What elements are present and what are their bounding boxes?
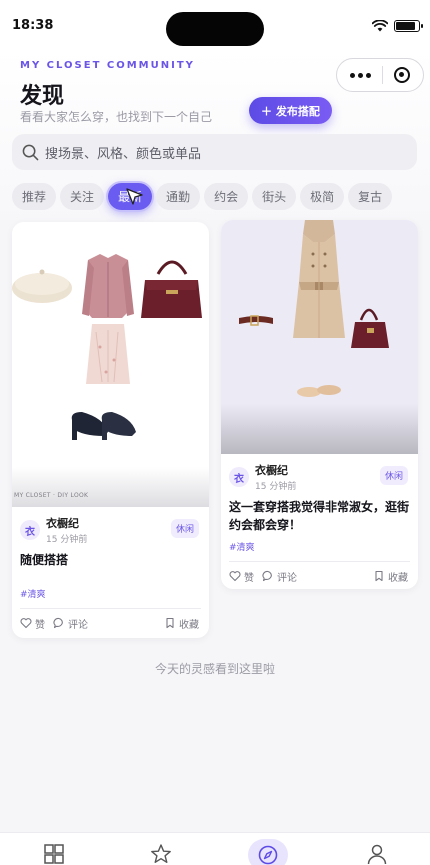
style-tag: 休闲 bbox=[379, 466, 408, 485]
heart-icon bbox=[229, 571, 241, 582]
save-label: 收藏 bbox=[388, 572, 408, 584]
comment-button[interactable]: 评论 bbox=[53, 616, 88, 631]
outfit-collage bbox=[12, 254, 202, 440]
page-subtitle: 看看大家怎么穿，也找到下一个自己 bbox=[20, 110, 213, 124]
app-screen: 18:38 MY CLOSET COMMUNITY 发现 看看大家怎么穿，也找到… bbox=[0, 0, 430, 865]
post-title[interactable]: 这一套穿搭我觉得非常淑女，逛街约会都会穿！ bbox=[229, 498, 410, 534]
comment-button[interactable]: 评论 bbox=[262, 569, 297, 584]
post-time: 15 分钟前 bbox=[46, 535, 88, 545]
feed-end-text: 今天的灵感看到这里啦 bbox=[154, 662, 275, 676]
post-hashtag[interactable]: #清爽 bbox=[229, 540, 410, 553]
discover-tab[interactable] bbox=[248, 839, 288, 865]
search-icon bbox=[22, 144, 39, 160]
tab-vintage[interactable]: 复古 bbox=[348, 183, 393, 210]
bookmark-icon bbox=[166, 617, 174, 629]
star-icon[interactable] bbox=[150, 843, 172, 865]
post-hashtag[interactable]: #清爽 bbox=[20, 587, 201, 600]
tab-recommend[interactable]: 推荐 bbox=[12, 183, 57, 210]
avatar[interactable]: 衣 bbox=[229, 467, 249, 487]
style-tag: 休闲 bbox=[170, 519, 199, 538]
dynamic-island bbox=[166, 12, 264, 46]
system-icons bbox=[372, 20, 423, 32]
profile-icon[interactable] bbox=[366, 843, 388, 865]
save-button[interactable]: 收藏 bbox=[164, 616, 199, 631]
tab-street[interactable]: 街头 bbox=[252, 183, 297, 210]
like-button[interactable]: 赞 bbox=[229, 569, 254, 584]
compass-icon bbox=[258, 845, 278, 865]
battery-icon bbox=[394, 20, 423, 32]
publish-outfit-button[interactable]: ＋ 发布搭配 bbox=[249, 97, 332, 124]
image-fade bbox=[221, 404, 418, 454]
bookmark-icon bbox=[375, 570, 383, 582]
post-time: 15 分钟前 bbox=[255, 482, 297, 492]
post-card[interactable]: MY CLOSET · DIY LOOK 衣 衣橱纪 15 分钟前 休闲 随便搭… bbox=[12, 222, 209, 638]
like-label: 赞 bbox=[244, 572, 254, 584]
mini-program-capsule bbox=[336, 58, 424, 92]
post-card[interactable]: 衣 衣橱纪 15 分钟前 休闲 这一套穿搭我觉得非常淑女，逛街约会都会穿！ #清… bbox=[221, 220, 418, 589]
save-button[interactable]: 收藏 bbox=[373, 569, 408, 584]
more-menu-icon[interactable] bbox=[350, 72, 372, 78]
page-header: MY CLOSET COMMUNITY 发现 看看大家怎么穿，也找到下一个自己 … bbox=[0, 50, 430, 220]
author-meta: 衣橱纪 15 分钟前 bbox=[46, 515, 87, 545]
image-watermark: MY CLOSET · DIY LOOK bbox=[14, 492, 89, 499]
comment-icon bbox=[262, 570, 272, 582]
community-eyebrow: MY CLOSET COMMUNITY bbox=[20, 60, 195, 71]
close-miniprogram-icon[interactable] bbox=[393, 67, 410, 83]
heart-icon bbox=[20, 618, 32, 629]
post-title[interactable]: 随便搭搭 bbox=[20, 551, 201, 569]
wifi-icon bbox=[372, 20, 388, 32]
category-tabs: 推荐 关注 最新 通勤 约会 街头 极简 复古 bbox=[12, 183, 393, 210]
author-name[interactable]: 衣橱纪 bbox=[255, 462, 296, 478]
author-name[interactable]: 衣橱纪 bbox=[46, 515, 87, 531]
like-label: 赞 bbox=[35, 619, 45, 631]
status-time: 18:38 bbox=[12, 18, 54, 33]
post-actions: 赞 评论 收藏 bbox=[229, 562, 410, 589]
bottom-navigation bbox=[0, 832, 430, 865]
comment-icon bbox=[53, 617, 63, 629]
outfit-image[interactable]: MY CLOSET · DIY LOOK bbox=[12, 222, 209, 507]
post-actions: 赞 评论 收藏 bbox=[20, 609, 201, 637]
tab-date[interactable]: 约会 bbox=[204, 183, 249, 210]
tab-following[interactable]: 关注 bbox=[60, 183, 105, 210]
search-placeholder: 搜场景、风格、颜色或单品 bbox=[45, 146, 202, 162]
avatar[interactable]: 衣 bbox=[20, 520, 40, 540]
like-button[interactable]: 赞 bbox=[20, 616, 45, 631]
comment-label: 评论 bbox=[277, 572, 297, 584]
author-meta: 衣橱纪 15 分钟前 bbox=[255, 462, 296, 492]
save-label: 收藏 bbox=[179, 619, 199, 631]
wardrobe-grid-icon[interactable] bbox=[43, 843, 65, 865]
status-bar: 18:38 bbox=[0, 0, 430, 50]
outfit-image[interactable] bbox=[221, 220, 418, 454]
comment-label: 评论 bbox=[68, 619, 88, 631]
mouse-cursor-icon bbox=[126, 188, 143, 205]
post-body: 衣 衣橱纪 15 分钟前 休闲 随便搭搭 #清爽 赞 评论 收藏 bbox=[12, 507, 209, 637]
tab-minimal[interactable]: 极简 bbox=[300, 183, 345, 210]
tab-commute[interactable]: 通勤 bbox=[156, 183, 201, 210]
search-bar[interactable]: 搜场景、风格、颜色或单品 bbox=[12, 134, 417, 170]
image-fade bbox=[12, 467, 209, 507]
post-body: 衣 衣橱纪 15 分钟前 休闲 这一套穿搭我觉得非常淑女，逛街约会都会穿！ #清… bbox=[221, 454, 418, 589]
page-title: 发现 bbox=[20, 84, 65, 109]
